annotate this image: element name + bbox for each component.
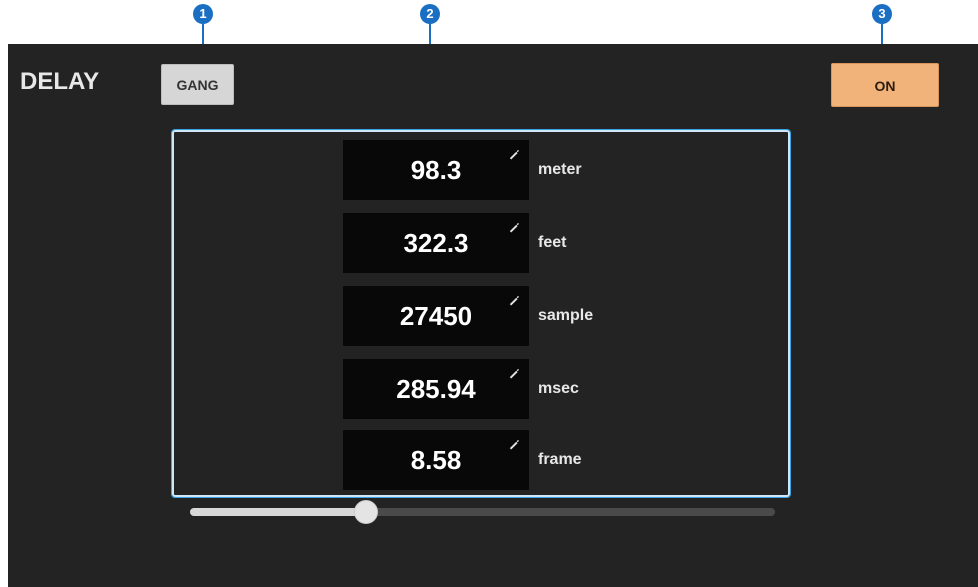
pencil-icon (509, 295, 519, 306)
delay-slider-track[interactable] (190, 500, 775, 524)
frame-value: 8.58 (410, 445, 462, 475)
sample-unit-label: sample (538, 307, 594, 324)
gang-button[interactable]: GANG (161, 64, 234, 105)
callout-marker-2: 2 (420, 4, 440, 24)
meter-unit-label: meter (538, 161, 582, 178)
pencil-icon (509, 149, 519, 160)
meter-value: 98.3 (410, 155, 462, 185)
delay-row-feet: 322.3 (343, 213, 529, 273)
delay-slider-thumb[interactable] (354, 500, 378, 524)
feet-value-field[interactable]: 322.3 (343, 213, 529, 273)
feet-value: 322.3 (403, 228, 469, 258)
delay-row-frame: 8.58 (343, 430, 529, 490)
pencil-icon (509, 222, 519, 233)
pencil-icon (509, 368, 519, 379)
panel-title: DELAY (20, 68, 100, 95)
msec-value: 285.94 (396, 374, 476, 404)
pencil-icon (509, 439, 519, 450)
callout-marker-3: 3 (872, 4, 892, 24)
delay-panel: DELAY GANG ON 98.3 meter 322.3 feet 2745… (8, 44, 978, 587)
frame-value-field[interactable]: 8.58 (343, 430, 529, 490)
meter-value-field[interactable]: 98.3 (343, 140, 529, 200)
delay-row-msec: 285.94 (343, 359, 529, 419)
callout-marker-1: 1 (193, 4, 213, 24)
delay-row-meter: 98.3 (343, 140, 529, 200)
sample-value: 27450 (399, 301, 473, 331)
msec-value-field[interactable]: 285.94 (343, 359, 529, 419)
sample-value-field[interactable]: 27450 (343, 286, 529, 346)
msec-unit-label: msec (538, 380, 579, 397)
feet-unit-label: feet (538, 234, 567, 251)
frame-unit-label: frame (538, 451, 582, 468)
delay-on-button[interactable]: ON (831, 63, 939, 107)
delay-slider-fill (190, 508, 366, 516)
delay-row-sample: 27450 (343, 286, 529, 346)
